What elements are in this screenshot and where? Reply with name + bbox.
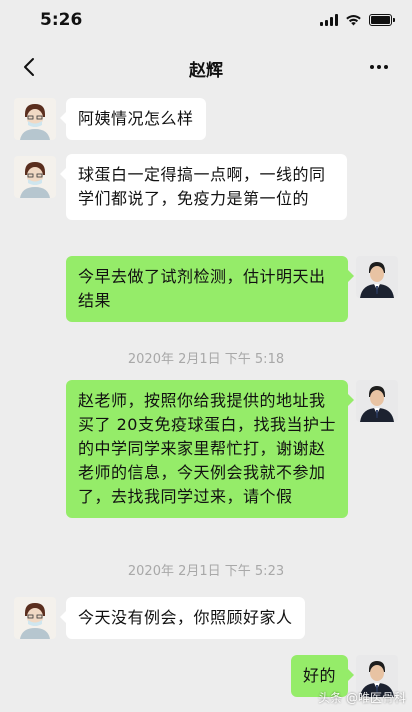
more-dot-icon <box>370 65 374 69</box>
message-text: 今早去做了试剂检测，估计明天出结果 <box>78 267 326 310</box>
contact-avatar[interactable] <box>14 98 56 140</box>
user-avatar[interactable] <box>356 380 398 422</box>
message-bubble-incoming[interactable]: 球蛋白一定得搞一点啊，一线的同学们都说了，免疫力是第一位的 <box>60 154 347 220</box>
status-icons <box>320 14 395 26</box>
more-dot-icon <box>377 65 381 69</box>
chat-area[interactable]: 阿姨情况怎么样 球蛋白一定得搞一点啊，一线的同学们都说了，免疫力是第一位的 今早… <box>0 90 412 712</box>
message-bubble-incoming[interactable]: 阿姨情况怎么样 <box>60 98 206 140</box>
wifi-icon <box>346 15 361 26</box>
message-timestamp: 2020年 2月1日 下午 5:23 <box>127 564 285 579</box>
message-text: 赵老师，按照你给我提供的地址我买了 20支免疫球蛋白，找我当护士的中学同学来家里… <box>78 391 336 506</box>
battery-icon <box>369 14 395 26</box>
contact-avatar[interactable] <box>14 597 56 639</box>
nav-bar: 赵辉 <box>0 44 412 90</box>
message-timestamp: 2020年 2月1日 下午 5:18 <box>127 352 285 367</box>
status-bar: 5:26 <box>0 0 412 44</box>
message-text: 球蛋白一定得搞一点啊，一线的同学们都说了，免疫力是第一位的 <box>78 165 326 208</box>
message-text: 阿姨情况怎么样 <box>78 109 194 128</box>
message-bubble-incoming[interactable]: 今天没有例会，你照顾好家人 <box>60 597 305 639</box>
message-bubble-outgoing[interactable]: 今早去做了试剂检测，估计明天出结果 <box>66 256 354 322</box>
contact-avatar[interactable] <box>14 156 56 198</box>
cellular-signal-icon <box>320 14 338 26</box>
more-options-button[interactable] <box>364 52 394 82</box>
user-avatar[interactable] <box>356 256 398 298</box>
more-dot-icon <box>384 65 388 69</box>
message-text: 今天没有例会，你照顾好家人 <box>78 608 293 627</box>
message-bubble-outgoing[interactable]: 赵老师，按照你给我提供的地址我买了 20支免疫球蛋白，找我当护士的中学同学来家里… <box>66 380 354 518</box>
status-time: 5:26 <box>40 10 83 30</box>
chat-title: 赵辉 <box>189 61 223 81</box>
watermark: 头条 @唯医骨科 <box>318 691 406 705</box>
message-text: 好的 <box>302 666 336 685</box>
